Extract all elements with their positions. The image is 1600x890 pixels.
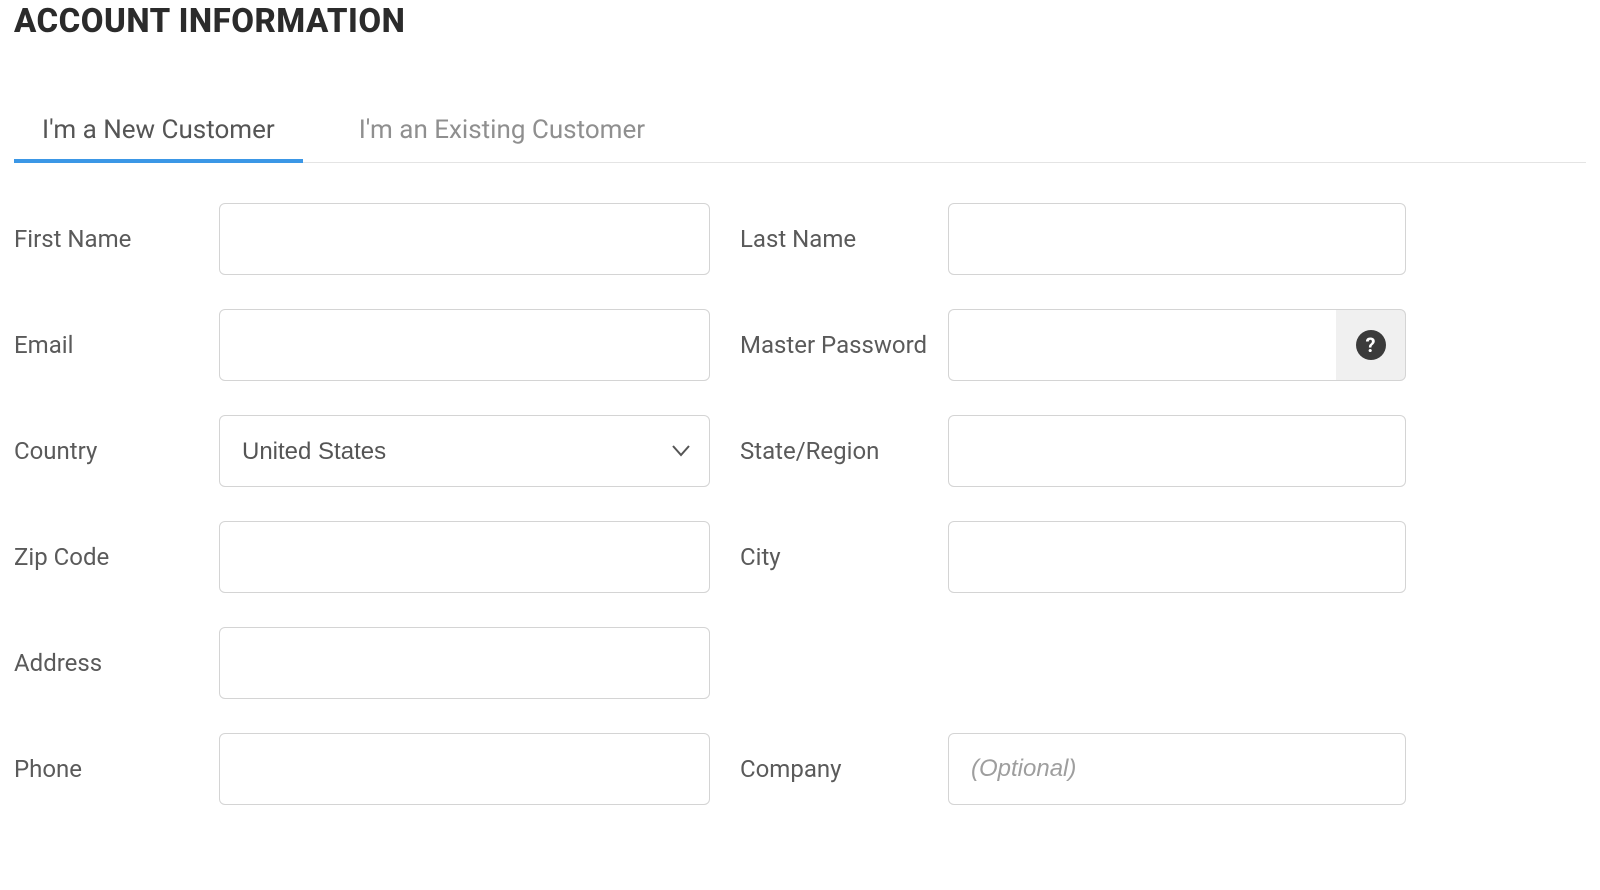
tabs: I'm a New Customer I'm an Existing Custo… (14, 101, 1586, 163)
first-name-label: First Name (14, 225, 219, 253)
account-form: First Name Last Name Email Master Passwo… (14, 203, 1586, 805)
master-password-input[interactable] (948, 309, 1336, 381)
state-region-label: State/Region (740, 437, 948, 465)
city-label: City (740, 543, 948, 571)
section-title: ACCOUNT INFORMATION (14, 0, 1586, 41)
country-label: Country (14, 437, 219, 465)
company-input[interactable] (948, 733, 1406, 805)
zip-code-label: Zip Code (14, 543, 219, 571)
zip-code-input[interactable] (219, 521, 710, 593)
phone-input[interactable] (219, 733, 710, 805)
email-label: Email (14, 331, 219, 359)
phone-label: Phone (14, 755, 219, 783)
email-input[interactable] (219, 309, 710, 381)
state-region-input[interactable] (948, 415, 1406, 487)
first-name-input[interactable] (219, 203, 710, 275)
tab-new-customer[interactable]: I'm a New Customer (14, 101, 303, 163)
country-select[interactable]: United States (219, 415, 710, 487)
company-label: Company (740, 755, 948, 783)
last-name-input[interactable] (948, 203, 1406, 275)
master-password-label: Master Password (740, 331, 948, 359)
help-icon: ? (1356, 330, 1386, 360)
address-input[interactable] (219, 627, 710, 699)
city-input[interactable] (948, 521, 1406, 593)
master-password-help-button[interactable]: ? (1336, 309, 1406, 381)
address-label: Address (14, 649, 219, 677)
last-name-label: Last Name (740, 225, 948, 253)
tab-existing-customer[interactable]: I'm an Existing Customer (331, 101, 673, 163)
